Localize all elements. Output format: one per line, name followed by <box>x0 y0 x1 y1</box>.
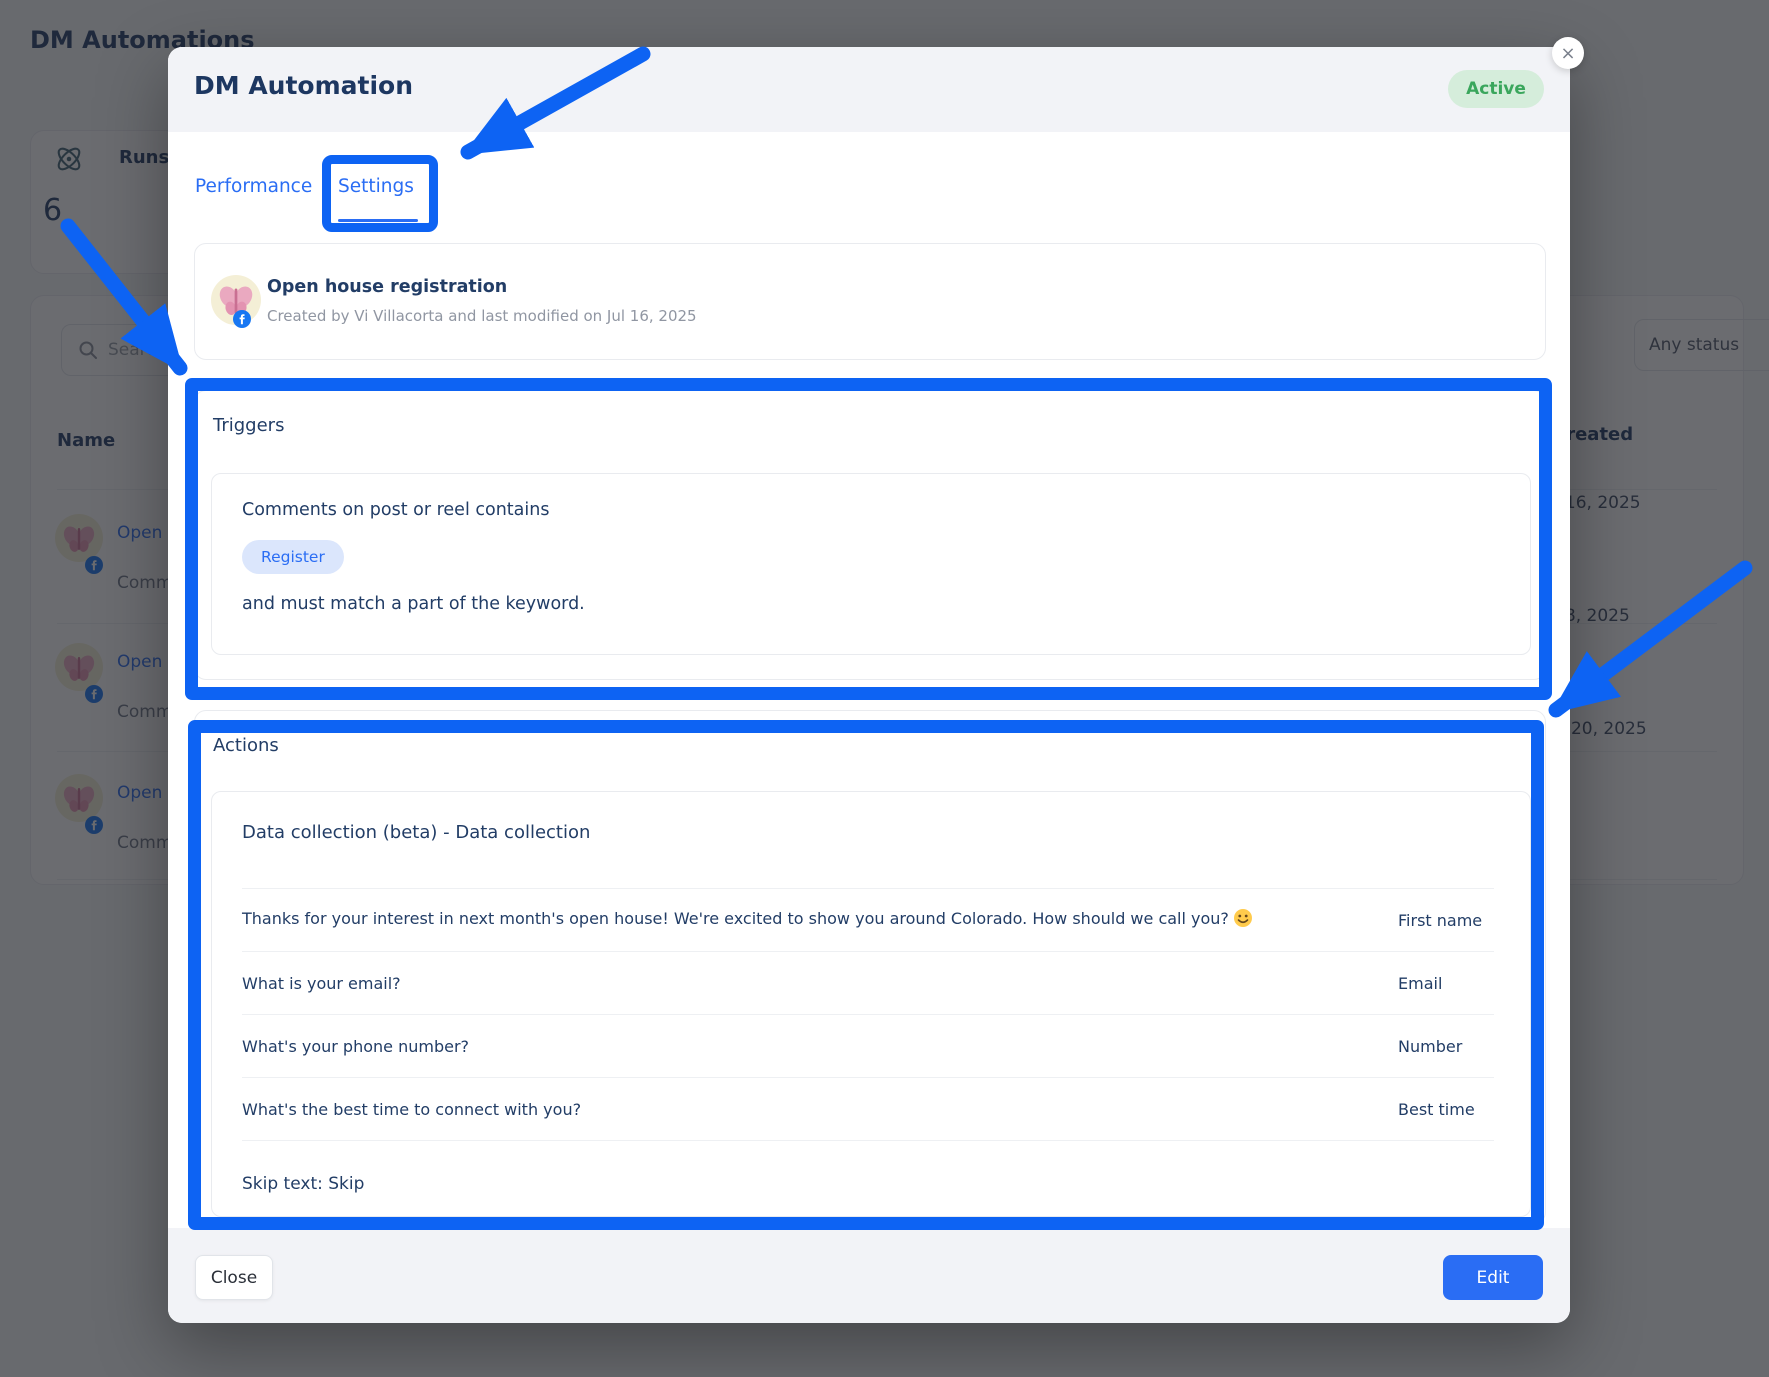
close-button[interactable]: Close <box>195 1255 273 1300</box>
annotation-box-actions <box>188 720 1544 1230</box>
screen: DM Automations Runs 6 Search Any status <box>0 0 1769 1377</box>
facebook-icon <box>233 310 251 328</box>
modal-header: DM Automation Active <box>168 47 1570 132</box>
annotation-box-settings-tab <box>322 155 438 232</box>
tab-performance[interactable]: Performance <box>195 176 312 197</box>
annotation-box-triggers <box>185 378 1552 700</box>
automation-info-card: Open house registration Created by Vi Vi… <box>194 243 1546 360</box>
modal-title: DM Automation <box>194 71 413 100</box>
automation-meta: Created by Vi Villacorta and last modifi… <box>267 307 697 325</box>
edit-button[interactable]: Edit <box>1443 1255 1543 1300</box>
automation-name: Open house registration <box>267 277 507 297</box>
close-icon[interactable]: × <box>1552 37 1584 69</box>
status-badge: Active <box>1448 70 1544 108</box>
modal-footer: Close Edit <box>168 1228 1570 1323</box>
